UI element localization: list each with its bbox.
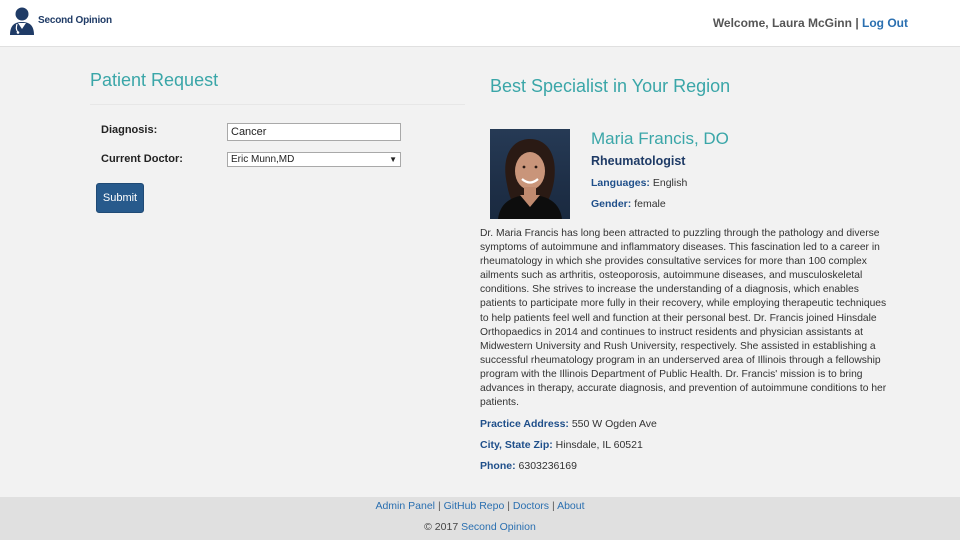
doctor-avatar-icon — [10, 7, 34, 35]
city-label: City, State Zip: — [480, 439, 553, 451]
doctor-name: Maria Francis, DO — [591, 129, 729, 148]
city-line: City, State Zip: Hinsdale, IL 60521 — [480, 439, 643, 451]
current-doctor-value: Eric Munn,MD — [231, 154, 295, 165]
diagnosis-label: Diagnosis: — [101, 124, 158, 136]
phone-value: 6303236169 — [518, 460, 577, 472]
copyright: © 2017 Second Opinion — [0, 521, 960, 533]
doctor-photo — [490, 129, 570, 219]
gender-line: Gender: female — [591, 198, 666, 210]
submit-button[interactable]: Submit — [96, 183, 144, 213]
copyright-prefix: © 2017 — [424, 521, 459, 533]
logout-link[interactable]: Log Out — [862, 16, 908, 30]
specialist-title: Best Specialist in Your Region — [490, 76, 731, 96]
city-value: Hinsdale, IL 60521 — [555, 439, 643, 451]
gender-value: female — [634, 198, 666, 210]
footer-separator: | — [551, 500, 555, 512]
welcome-separator: | — [855, 16, 859, 30]
footer-separator: | — [507, 500, 510, 512]
footer: Admin Panel | GitHub Repo | Doctors | Ab… — [0, 497, 960, 540]
doctor-specialty: Rheumatologist — [591, 154, 686, 168]
phone-label: Phone: — [480, 460, 516, 472]
diagnosis-input[interactable] — [227, 123, 401, 141]
languages-label: Languages: — [591, 177, 650, 189]
footer-links: Admin Panel | GitHub Repo | Doctors | Ab… — [0, 500, 960, 512]
languages-value: English — [652, 177, 688, 189]
copyright-link[interactable]: Second Opinion — [461, 521, 536, 533]
welcome-area: Welcome, Laura McGinn | Log Out — [713, 16, 908, 30]
address-label: Practice Address: — [480, 418, 569, 430]
footer-link-doctors[interactable]: Doctors — [513, 500, 549, 512]
footer-link-github-repo[interactable]: GitHub Repo — [444, 500, 505, 512]
brand-logo[interactable]: Second Opinion — [8, 6, 112, 36]
phone-line: Phone: 6303236169 — [480, 460, 577, 472]
welcome-text: Welcome, Laura McGinn — [712, 16, 852, 30]
triangle-down-icon: ▼ — [389, 155, 397, 164]
current-doctor-select[interactable]: Eric Munn,MD ▼ — [227, 152, 401, 167]
address-value: 550 W Ogden Ave — [571, 418, 657, 430]
doctor-bio: Dr. Maria Francis has long been attracte… — [480, 228, 887, 409]
patient-request-panel: Patient Request Diagnosis: Current Docto… — [90, 70, 465, 213]
top-navbar: Second Opinion Welcome, Laura McGinn | L… — [0, 0, 960, 47]
current-doctor-label: Current Doctor: — [101, 153, 183, 165]
brand-name: Second Opinion — [38, 15, 112, 26]
gender-label: Gender: — [591, 198, 632, 210]
patient-request-title: Patient Request — [90, 70, 465, 105]
address-line: Practice Address: 550 W Ogden Ave — [480, 418, 657, 430]
footer-link-admin-panel[interactable]: Admin Panel — [375, 500, 435, 512]
footer-link-about[interactable]: About — [557, 500, 584, 512]
languages-line: Languages: English — [591, 177, 687, 189]
footer-separator: | — [437, 500, 441, 512]
